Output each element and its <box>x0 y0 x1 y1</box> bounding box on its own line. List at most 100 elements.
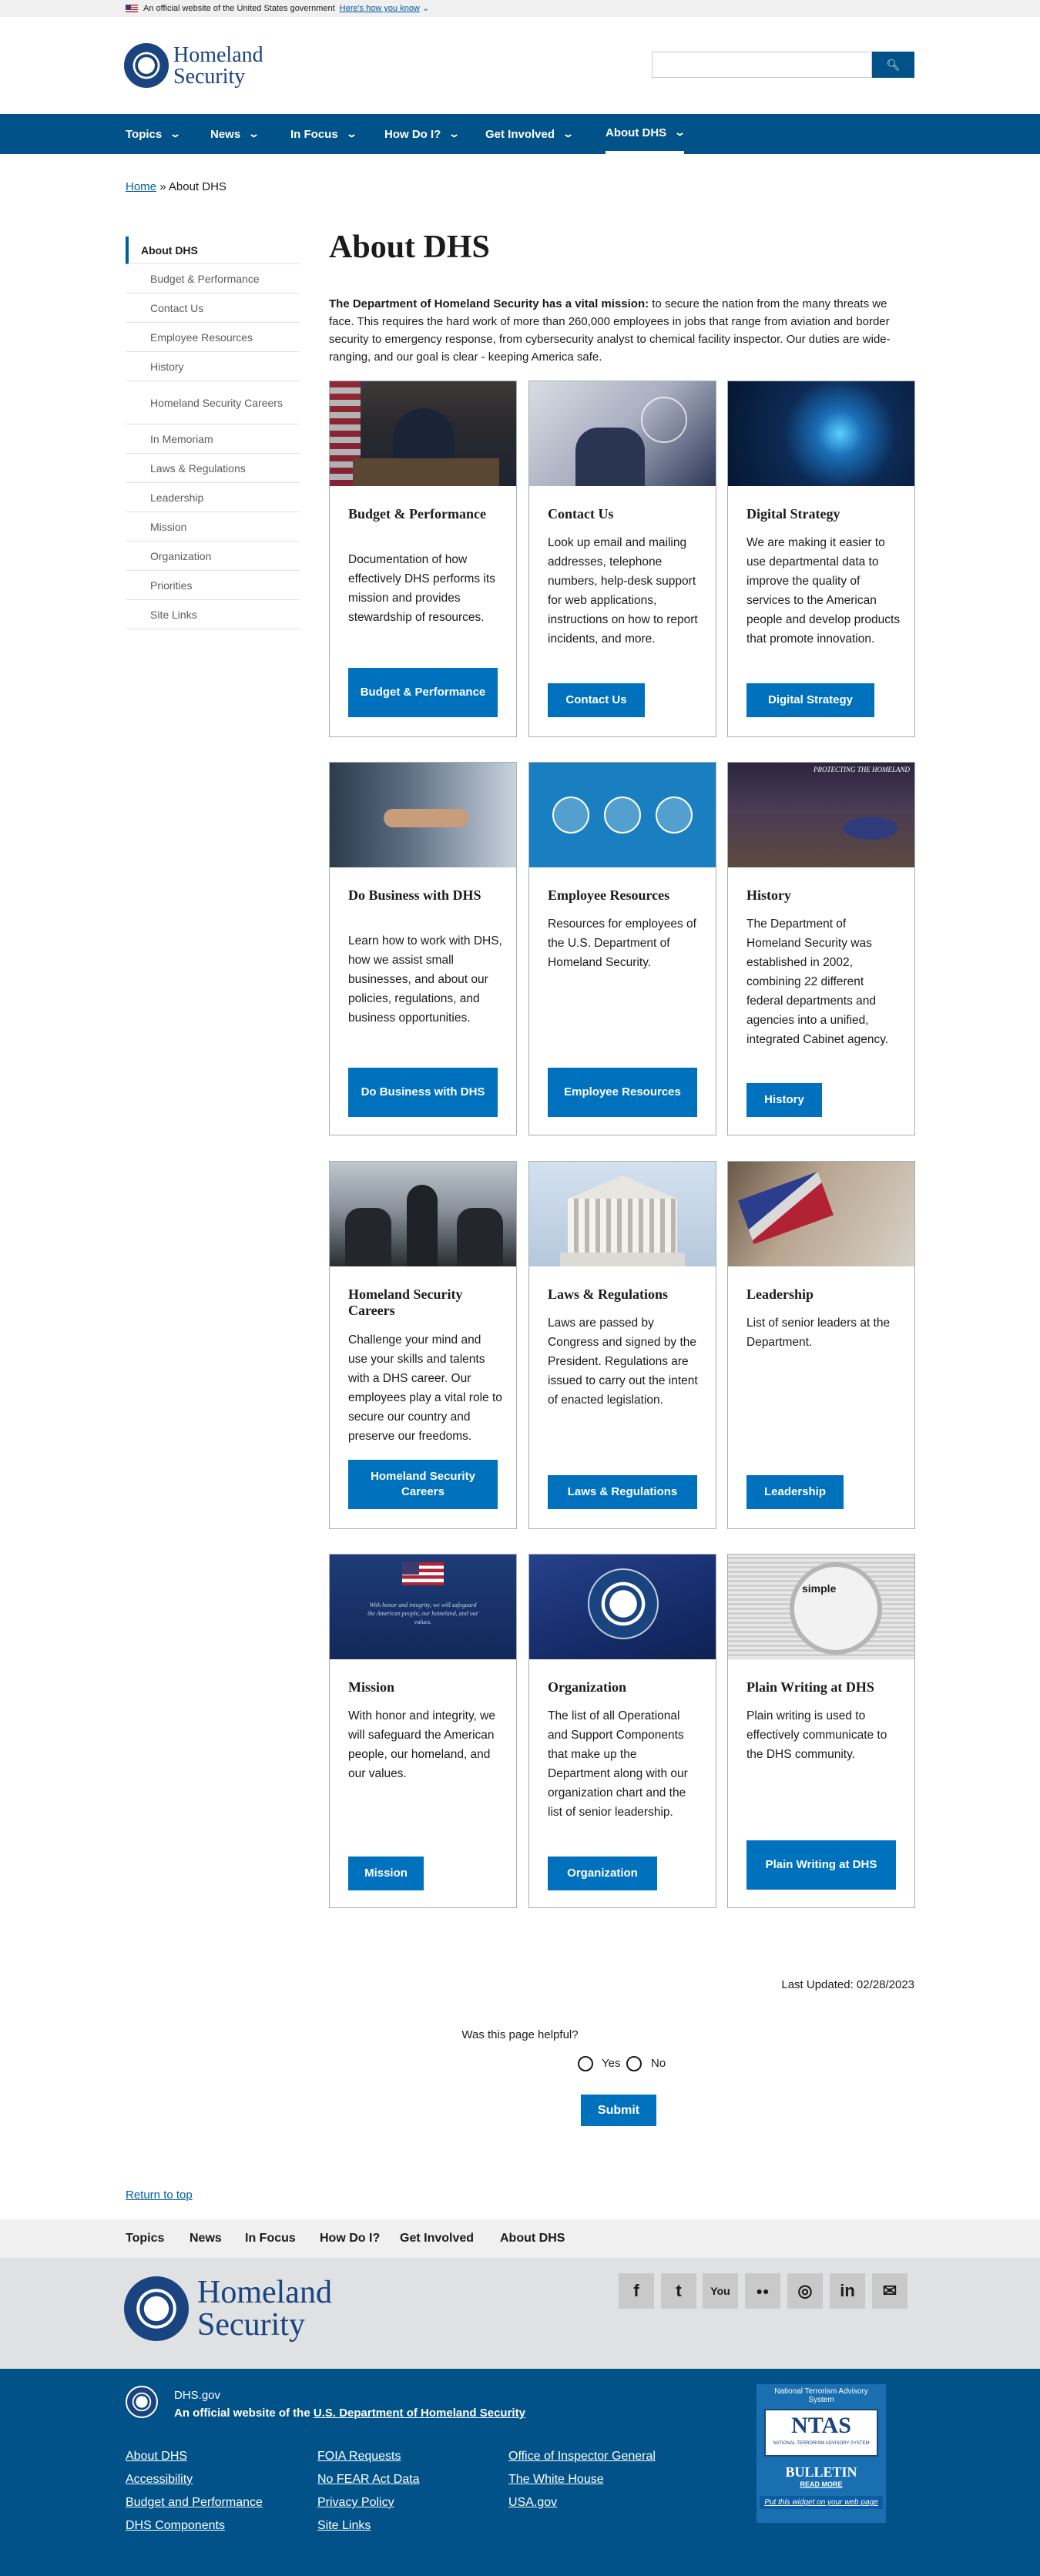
ntas-title: National Terrorism Advisory System <box>774 2387 868 2404</box>
sidebar-item-contact[interactable]: Contact Us <box>126 293 300 323</box>
sidebar-item-memoriam[interactable]: In Memoriam <box>126 424 300 454</box>
page-title: About DHS <box>329 230 490 265</box>
do-business-button[interactable]: Do Business with DHS <box>348 1068 498 1117</box>
footer-link-about[interactable]: About DHS <box>126 2450 187 2464</box>
search-input[interactable] <box>652 52 872 78</box>
footer-link-oig[interactable]: Office of Inspector General <box>508 2450 656 2464</box>
footer-nav-get-involved[interactable]: Get Involved <box>400 2232 474 2246</box>
sidebar-item-careers[interactable]: Homeland Security Careers <box>126 381 300 424</box>
nav-get-involved[interactable]: Get Involved ⌄ <box>485 114 574 154</box>
history-button[interactable]: History <box>746 1083 822 1117</box>
footer-link-components[interactable]: DHS Components <box>126 2519 225 2533</box>
organization-button[interactable]: Organization <box>548 1857 657 1890</box>
footer-nav-in-focus[interactable]: In Focus <box>245 2232 296 2246</box>
card-title: Plain Writing at DHS <box>746 1679 874 1695</box>
sidebar-item-budget[interactable]: Budget & Performance <box>126 264 300 293</box>
footer-logo-text[interactable]: Homeland Security <box>197 2276 332 2341</box>
leadership-button[interactable]: Leadership <box>746 1475 844 1509</box>
employee-resources-button[interactable]: Employee Resources <box>548 1068 697 1117</box>
card-text: Resources for employees of the U.S. Depa… <box>548 917 696 969</box>
sidebar-item-mission[interactable]: Mission <box>126 512 300 542</box>
footer-link-privacy[interactable]: Privacy Policy <box>317 2496 394 2510</box>
sidebar-item-leadership[interactable]: Leadership <box>126 483 300 512</box>
no-radio[interactable] <box>626 2056 642 2071</box>
card-text: Laws are passed by Congress and signed b… <box>548 1317 698 1407</box>
nav-about-dhs[interactable]: About DHS ⌄ <box>606 114 686 154</box>
footer-link-no-fear[interactable]: No FEAR Act Data <box>317 2473 420 2487</box>
chevron-down-icon: ⌄ <box>673 126 686 138</box>
return-to-top-link[interactable]: Return to top <box>126 2189 193 2202</box>
card-image-contact <box>529 381 716 486</box>
heres-how-link[interactable]: Here's how you know <box>340 4 420 13</box>
budget-performance-button[interactable]: Budget & Performance <box>348 668 498 717</box>
card-employee-resources: Employee Resources Resources for employe… <box>528 762 716 1135</box>
footer-nav-news[interactable]: News <box>190 2232 222 2246</box>
banner-text: An official website of the United States… <box>143 4 335 13</box>
sidebar-item-history[interactable]: History <box>126 352 300 381</box>
logo-line2: Security <box>173 65 246 89</box>
search-button[interactable]: 🔍︎ <box>872 52 914 78</box>
flickr-icon[interactable]: ●● <box>745 2273 780 2309</box>
intro-bold: The Department of Homeland Security has … <box>329 297 649 310</box>
footer-link-usa-gov[interactable]: USA.gov <box>508 2496 557 2510</box>
sidebar-item-organization[interactable]: Organization <box>126 542 300 571</box>
sidebar-item-employee-resources[interactable]: Employee Resources <box>126 323 300 352</box>
dhs-seal-logo[interactable] <box>124 43 169 88</box>
nav-in-focus[interactable]: In Focus ⌄ <box>290 114 357 154</box>
footer-nav: Topics News In Focus How Do I? Get Invol… <box>0 2219 1040 2258</box>
footer-nav-how-do-i[interactable]: How Do I? <box>320 2232 380 2246</box>
digital-strategy-button[interactable]: Digital Strategy <box>746 683 874 717</box>
footer-nav-about[interactable]: About DHS <box>500 2232 565 2246</box>
sidebar-item-about-dhs[interactable]: About DHS <box>126 236 300 264</box>
card-plain-writing: simple Plain Writing at DHS Plain writin… <box>727 1554 915 1908</box>
sidebar-item-priorities[interactable]: Priorities <box>126 571 300 600</box>
ntas-read-more[interactable]: READ MORE <box>757 2480 886 2488</box>
yes-radio[interactable] <box>578 2056 593 2071</box>
sidebar-item-laws[interactable]: Laws & Regulations <box>126 454 300 483</box>
mission-button[interactable]: Mission <box>348 1857 424 1890</box>
youtube-icon[interactable]: You <box>703 2273 738 2309</box>
careers-button[interactable]: Homeland Security Careers <box>348 1460 498 1509</box>
nav-news[interactable]: News ⌄ <box>210 114 260 154</box>
us-flag-icon <box>126 5 138 12</box>
dhs-official-link[interactable]: U.S. Department of Homeland Security <box>314 2407 525 2420</box>
footer-link-site-links[interactable]: Site Links <box>317 2519 371 2533</box>
footer-link-foia[interactable]: FOIA Requests <box>317 2450 401 2464</box>
breadcrumb-home[interactable]: Home <box>126 180 156 193</box>
footer-link-white-house[interactable]: The White House <box>508 2473 604 2487</box>
dhs-seal-icon <box>588 1568 659 1639</box>
breadcrumb: Home » About DHS <box>126 180 226 193</box>
nav-label: Topics <box>126 127 163 141</box>
card-text: Challenge your mind and use your skills … <box>348 1333 502 1443</box>
card-text: Look up email and mailing addresses, tel… <box>548 536 698 646</box>
card-title: Contact Us <box>548 506 614 522</box>
feedback-question: Was this page helpful? <box>461 2028 579 2041</box>
linkedin-icon[interactable]: in <box>830 2273 865 2309</box>
contact-us-button[interactable]: Contact Us <box>548 683 645 717</box>
intro-paragraph: The Department of Homeland Security has … <box>329 295 914 366</box>
footer-nav-topics[interactable]: Topics <box>126 2232 164 2246</box>
card-leadership: Leadership List of senior leaders at the… <box>727 1161 915 1529</box>
site-logo-text[interactable]: Homeland Security <box>173 45 263 88</box>
instagram-icon[interactable]: ◎ <box>787 2273 823 2309</box>
site-header: Homeland Security 🔍︎ <box>0 17 1040 114</box>
footer-link-accessibility[interactable]: Accessibility <box>126 2473 193 2487</box>
facebook-icon[interactable]: f <box>619 2273 654 2309</box>
nav-how-do-i[interactable]: How Do I? ⌄ <box>384 114 460 154</box>
submit-button[interactable]: Submit <box>581 2095 656 2126</box>
twitter-icon[interactable]: t <box>661 2273 696 2309</box>
email-icon[interactable]: ✉ <box>872 2273 907 2309</box>
sidebar-item-site-links[interactable]: Site Links <box>126 600 300 629</box>
nav-topics[interactable]: Topics ⌄ <box>126 114 182 154</box>
history-banner-text: PROTECTING THE HOMELAND <box>813 766 910 773</box>
search-icon: 🔍︎ <box>886 58 901 71</box>
ntas-widget[interactable]: National Terrorism Advisory System NTAS … <box>757 2384 886 2523</box>
chevron-down-icon: ⌄ <box>169 128 182 139</box>
card-title: Organization <box>548 1679 626 1695</box>
dhs-seal-logo[interactable] <box>124 2276 189 2341</box>
laws-regulations-button[interactable]: Laws & Regulations <box>548 1475 697 1509</box>
ntas-widget-link[interactable]: Put this widget on your web page <box>760 2496 883 2509</box>
ntas-logo-text: NTAS <box>791 2413 851 2438</box>
footer-link-budget[interactable]: Budget and Performance <box>126 2496 263 2510</box>
plain-writing-button[interactable]: Plain Writing at DHS <box>746 1840 896 1890</box>
